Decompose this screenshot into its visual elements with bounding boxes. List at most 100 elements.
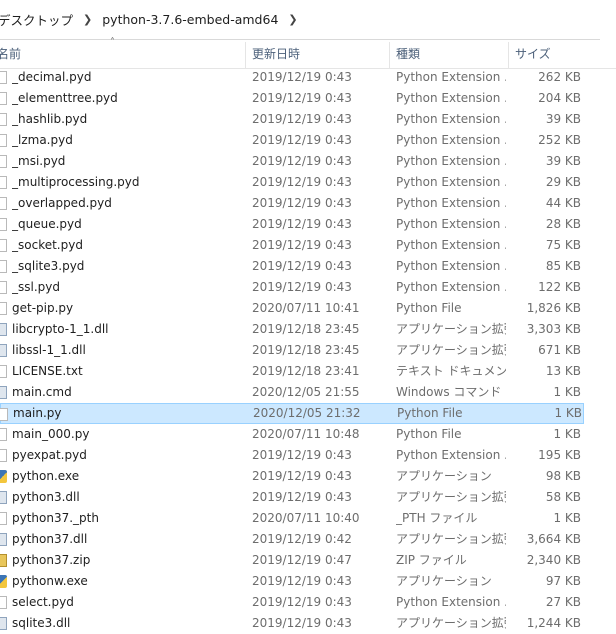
file-type: アプリケーション: [396, 469, 492, 483]
file-type: ZIP ファイル: [396, 553, 467, 567]
column-date[interactable]: 更新日時: [252, 40, 300, 68]
file-date: 2019/12/19 0:43: [252, 616, 352, 630]
python-icon: [0, 470, 7, 483]
file-icon: [0, 408, 8, 421]
file-row[interactable]: python37.dll 2019/12/19 0:42 アプリケーション拡張 3,6…: [0, 529, 616, 550]
file-row[interactable]: _elementtree.pyd 2019/12/19 0:43 Python Ex…: [0, 88, 616, 109]
file-row[interactable]: _multiprocessing.pyd 2019/12/19 0:43 Pytho…: [0, 172, 616, 193]
file-size: 28 KB: [545, 217, 581, 231]
file-type: Python Extension ...: [396, 280, 506, 294]
column-type[interactable]: 種類: [396, 40, 420, 68]
breadcrumb-folder[interactable]: python-3.7.6-embed-amd64: [102, 12, 278, 27]
file-row[interactable]: main.py 2020/12/05 21:32 Python File 1 KB: [0, 403, 584, 424]
file-row[interactable]: _socket.pyd 2019/12/19 0:43 Python Extensi…: [0, 235, 616, 256]
column-divider[interactable]: [245, 42, 246, 68]
file-size: 195 KB: [538, 448, 581, 462]
file-row[interactable]: pyexpat.pyd 2019/12/19 0:43 Python Extensi…: [0, 445, 616, 466]
file-date: 2020/07/11 10:41: [252, 301, 360, 315]
file-size: 98 KB: [545, 469, 581, 483]
file-type: Python Extension ...: [396, 238, 506, 252]
file-icon: [0, 281, 7, 294]
file-name: pythonw.exe: [12, 574, 88, 588]
column-divider[interactable]: [508, 42, 509, 68]
file-date: 2020/12/05 21:55: [252, 385, 360, 399]
file-row[interactable]: main_000.py 2020/07/11 10:48 Python File 1 …: [0, 424, 616, 445]
file-type: Windows コマンド ...: [396, 385, 506, 399]
file-row[interactable]: LICENSE.txt 2019/12/18 23:41 テキスト ドキュメント 13…: [0, 361, 616, 382]
file-icon: [0, 512, 7, 525]
file-icon: [0, 218, 7, 231]
file-type: Python File: [397, 406, 463, 420]
file-size: 3,303 KB: [526, 322, 581, 336]
file-size: 122 KB: [538, 280, 581, 294]
dll-icon: [0, 323, 7, 336]
file-date: 2019/12/19 0:43: [252, 280, 352, 294]
file-row[interactable]: _msi.pyd 2019/12/19 0:43 Python Extension …: [0, 151, 616, 172]
breadcrumb-chevron-icon[interactable]: ❯: [83, 13, 92, 26]
file-date: 2019/12/19 0:43: [252, 91, 352, 105]
file-name: python37.dll: [12, 532, 88, 546]
address-bar[interactable]: デスクトップ ❯ python-3.7.6-embed-amd64 ❯: [0, 0, 600, 40]
file-row[interactable]: get-pip.py 2020/07/11 10:41 Python File 1,8…: [0, 298, 616, 319]
file-row[interactable]: select.pyd 2019/12/19 0:43 Python Extensio…: [0, 592, 616, 613]
dll-icon: [0, 533, 7, 546]
file-row[interactable]: python37.zip 2019/12/19 0:47 ZIP ファイル 2,340…: [0, 550, 616, 571]
file-type: テキスト ドキュメント: [396, 364, 506, 378]
file-icon: [0, 239, 7, 252]
file-size: 1,826 KB: [526, 301, 581, 315]
file-date: 2019/12/19 0:42: [252, 532, 352, 546]
file-icon: [0, 365, 7, 378]
file-row[interactable]: _hashlib.pyd 2019/12/19 0:43 Python Extens…: [0, 109, 616, 130]
file-name: _queue.pyd: [12, 217, 82, 231]
file-row[interactable]: sqlite3.dll 2019/12/19 0:43 アプリケーション拡張 1,24…: [0, 613, 616, 634]
file-date: 2019/12/19 0:43: [252, 490, 352, 504]
file-name: _ssl.pyd: [12, 280, 60, 294]
file-row[interactable]: libssl-1_1.dll 2019/12/18 23:45 アプリケーション拡張…: [0, 340, 616, 361]
file-row[interactable]: python37._pth 2020/07/11 10:40 _PTH ファイル 1 …: [0, 508, 616, 529]
file-row[interactable]: libcrypto-1_1.dll 2019/12/18 23:45 アプリケーショ…: [0, 319, 616, 340]
file-type: Python Extension ...: [396, 70, 506, 84]
file-size: 1 KB: [553, 511, 581, 525]
breadcrumb-desktop[interactable]: デスクトップ: [0, 10, 73, 29]
file-row[interactable]: _ssl.pyd 2019/12/19 0:43 Python Extension …: [0, 277, 616, 298]
file-row[interactable]: python.exe 2019/12/19 0:43 アプリケーション 98 KB: [0, 466, 616, 487]
file-row[interactable]: _sqlite3.pyd 2019/12/19 0:43 Python Extens…: [0, 256, 616, 277]
file-type: Python Extension ...: [396, 112, 506, 126]
file-row[interactable]: pythonw.exe 2019/12/19 0:43 アプリケーション 97 KB: [0, 571, 616, 592]
dll-icon: [0, 491, 7, 504]
file-size: 1 KB: [553, 427, 581, 441]
file-type: アプリケーション拡張: [396, 343, 506, 357]
breadcrumb-chevron-icon[interactable]: ❯: [288, 13, 297, 26]
zip-icon: [0, 554, 7, 567]
file-type: Python Extension ...: [396, 196, 506, 210]
file-size: 39 KB: [545, 112, 581, 126]
file-icon: [0, 92, 7, 105]
file-date: 2019/12/18 23:45: [252, 322, 360, 336]
file-size: 44 KB: [545, 196, 581, 210]
file-date: 2019/12/19 0:43: [252, 574, 352, 588]
file-name: _sqlite3.pyd: [12, 259, 85, 273]
file-name: _elementtree.pyd: [12, 91, 118, 105]
file-type: Python Extension ...: [396, 154, 506, 168]
file-size: 1 KB: [554, 406, 582, 420]
file-size: 29 KB: [545, 175, 581, 189]
dll-icon: [0, 617, 7, 630]
file-row[interactable]: _overlapped.pyd 2019/12/19 0:43 Python Ext…: [0, 193, 616, 214]
file-type: Python Extension ...: [396, 448, 506, 462]
file-name: _socket.pyd: [12, 238, 83, 252]
file-size: 27 KB: [545, 595, 581, 609]
column-name[interactable]: 名前: [0, 40, 21, 68]
file-row[interactable]: python3.dll 2019/12/19 0:43 アプリケーション拡張 58 K…: [0, 487, 616, 508]
file-row[interactable]: _decimal.pyd 2019/12/19 0:43 Python Extens…: [0, 67, 616, 88]
file-row[interactable]: _lzma.pyd 2019/12/19 0:43 Python Extension…: [0, 130, 616, 151]
file-date: 2019/12/19 0:43: [252, 448, 352, 462]
file-size: 252 KB: [538, 133, 581, 147]
file-row[interactable]: main.cmd 2020/12/05 21:55 Windows コマンド ...…: [0, 382, 616, 403]
file-name: _decimal.pyd: [12, 70, 92, 84]
file-type: _PTH ファイル: [396, 511, 478, 525]
column-size[interactable]: サイズ: [515, 40, 551, 68]
file-size: 97 KB: [545, 574, 581, 588]
file-date: 2019/12/18 23:45: [252, 343, 360, 357]
column-divider[interactable]: [389, 42, 390, 68]
file-row[interactable]: _queue.pyd 2019/12/19 0:43 Python Extensio…: [0, 214, 616, 235]
